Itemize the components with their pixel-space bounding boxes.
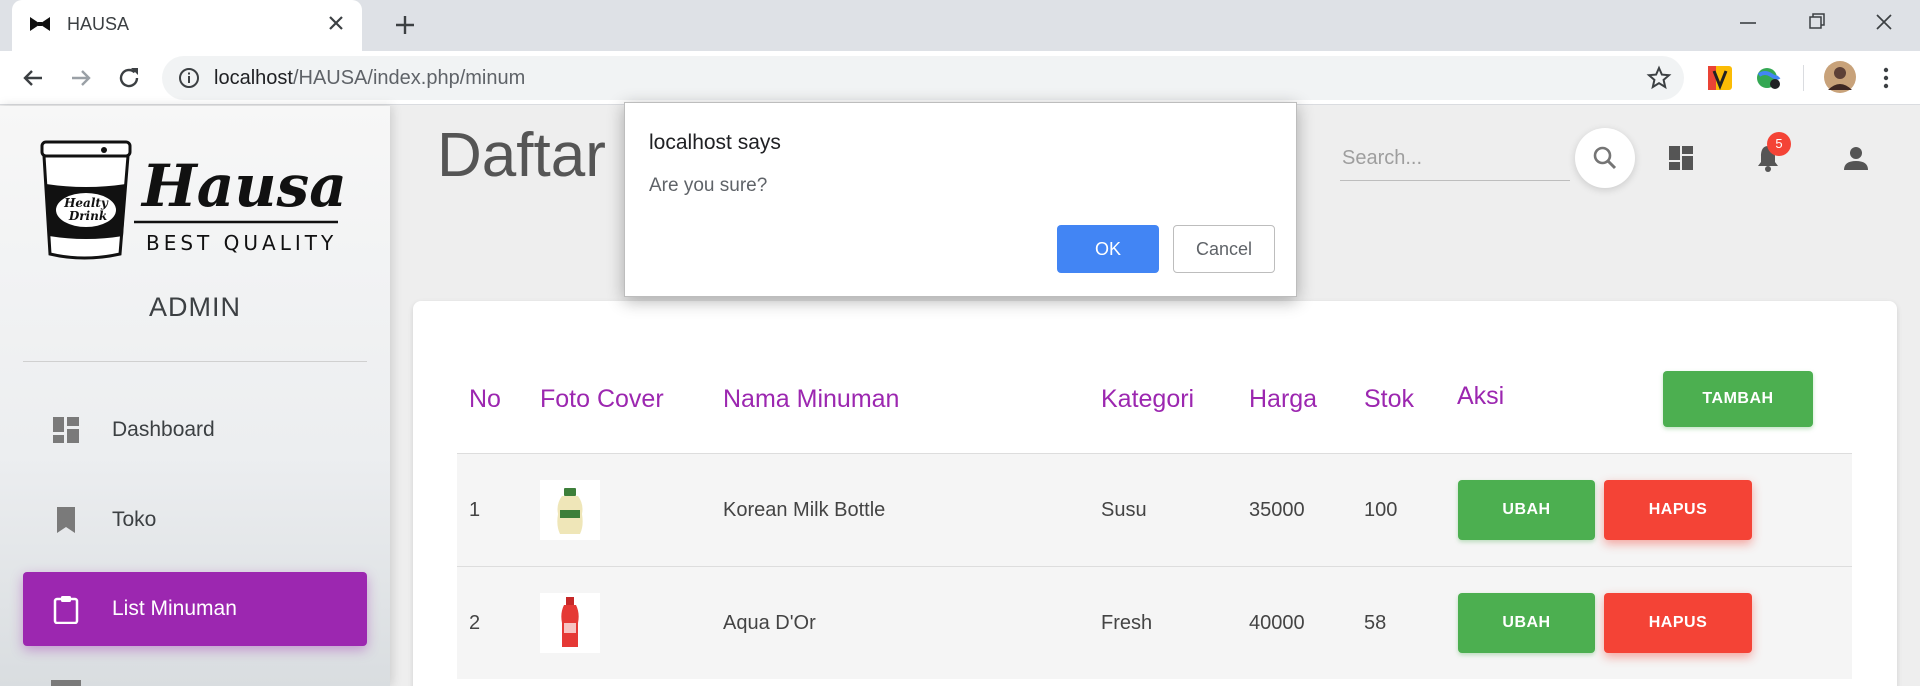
sidebar-item-label: List Minuman bbox=[112, 597, 237, 620]
column-header-aksi: Aksi bbox=[1457, 382, 1505, 410]
row-number: 2 bbox=[469, 612, 481, 634]
dashboard-icon bbox=[53, 417, 79, 443]
back-arrow-icon[interactable] bbox=[18, 63, 48, 93]
address-bar[interactable]: localhost/HAUSA/index.php/minum bbox=[162, 56, 1684, 100]
column-header-no: No bbox=[469, 385, 501, 413]
forward-arrow-icon[interactable] bbox=[66, 63, 96, 93]
browser-toolbar: localhost/HAUSA/index.php/minum bbox=[0, 51, 1920, 105]
logo-tagline: BEST QUALITY bbox=[146, 231, 337, 255]
sidebar-next-item-icon bbox=[51, 680, 81, 686]
logo-wordmark: Hausa bbox=[140, 152, 344, 220]
drink-category: Fresh bbox=[1101, 612, 1153, 634]
dialog-title: localhost says bbox=[649, 131, 781, 154]
dashboard-header-icon[interactable] bbox=[1666, 143, 1696, 173]
extension-v-icon[interactable] bbox=[1705, 63, 1735, 93]
table-row: 2 Aqua D'Or Fresh 40000 58 UBAH HAPUS bbox=[457, 566, 1852, 679]
info-icon[interactable] bbox=[177, 66, 201, 90]
edit-button[interactable]: UBAH bbox=[1458, 593, 1595, 653]
url-host: localhost bbox=[214, 67, 293, 89]
aqua-dor-image bbox=[540, 593, 600, 653]
column-header-nama-minuman: Nama Minuman bbox=[723, 385, 900, 413]
close-tab-icon[interactable] bbox=[324, 11, 348, 35]
reload-icon[interactable] bbox=[114, 63, 144, 93]
column-header-foto-cover: Foto Cover bbox=[540, 385, 664, 413]
drink-name: Korean Milk Bottle bbox=[723, 499, 886, 521]
clipboard-icon bbox=[53, 596, 79, 624]
column-header-stok: Stok bbox=[1364, 385, 1415, 413]
add-drink-button[interactable]: TAMBAH bbox=[1663, 371, 1813, 427]
sidebar-item-label: Toko bbox=[112, 508, 157, 531]
sidebar-item-list-minuman[interactable]: List Minuman bbox=[23, 572, 367, 646]
bookmark-star-icon[interactable] bbox=[1646, 65, 1672, 91]
notification-badge: 5 bbox=[1767, 132, 1791, 156]
restore-icon[interactable] bbox=[1798, 8, 1834, 36]
browser-tab-strip: HAUSA bbox=[0, 0, 1920, 51]
minimize-icon[interactable] bbox=[1730, 8, 1766, 36]
drink-price: 35000 bbox=[1249, 499, 1305, 521]
drink-price: 40000 bbox=[1249, 612, 1305, 634]
column-header-harga: Harga bbox=[1249, 385, 1318, 413]
sidebar-divider bbox=[23, 361, 367, 362]
drink-category: Susu bbox=[1101, 499, 1147, 521]
toolbar-divider bbox=[1803, 65, 1804, 91]
url-path: /HAUSA/index.php/minum bbox=[292, 67, 526, 89]
logo-badge-line-2: Drink bbox=[68, 209, 107, 223]
search-icon bbox=[1593, 146, 1617, 170]
drink-name: Aqua D'Or bbox=[723, 612, 816, 634]
sidebar: Healty Drink Hausa BEST QUALITY ADMIN Da… bbox=[0, 106, 390, 686]
close-window-icon[interactable] bbox=[1866, 8, 1902, 36]
extension-globe-icon[interactable] bbox=[1753, 63, 1783, 93]
sidebar-item-dashboard[interactable]: Dashboard bbox=[23, 393, 367, 467]
profile-avatar-icon[interactable] bbox=[1823, 60, 1857, 94]
tab-title: HAUSA bbox=[67, 14, 130, 34]
browser-tab[interactable]: HAUSA bbox=[12, 0, 362, 51]
row-number: 1 bbox=[469, 499, 481, 521]
new-tab-icon[interactable] bbox=[392, 12, 418, 38]
delete-button[interactable]: HAPUS bbox=[1604, 480, 1752, 540]
browser-menu-icon[interactable] bbox=[1871, 63, 1901, 93]
dialog-message: Are you sure? bbox=[649, 175, 768, 196]
cancel-button[interactable]: Cancel bbox=[1173, 225, 1275, 273]
logo-badge-line-1: Healty bbox=[63, 196, 109, 210]
drink-stock: 100 bbox=[1364, 499, 1398, 521]
ok-button[interactable]: OK bbox=[1057, 225, 1159, 273]
user-account-icon[interactable] bbox=[1841, 143, 1871, 173]
edit-button[interactable]: UBAH bbox=[1458, 480, 1595, 540]
column-header-kategori: Kategori bbox=[1101, 385, 1195, 413]
url-text: localhost/HAUSA/index.php/minum bbox=[214, 67, 525, 90]
korean-milk-bottle-image bbox=[540, 480, 600, 540]
hausa-logo: Healty Drink Hausa BEST QUALITY bbox=[40, 140, 344, 260]
sidebar-item-label: Dashboard bbox=[112, 418, 215, 441]
confirm-dialog: localhost says Are you sure? OK Cancel bbox=[624, 102, 1297, 297]
role-label: ADMIN bbox=[149, 292, 241, 322]
bowtie-favicon-icon bbox=[30, 17, 50, 31]
sidebar-item-toko[interactable]: Toko bbox=[23, 483, 367, 557]
bookmark-icon bbox=[57, 507, 75, 533]
delete-button[interactable]: HAPUS bbox=[1604, 593, 1752, 653]
search-input[interactable] bbox=[1340, 137, 1570, 181]
drink-stock: 58 bbox=[1364, 612, 1387, 634]
table-row: 1 Korean Milk Bottle Susu 35000 100 UBAH… bbox=[457, 453, 1852, 566]
search-button[interactable] bbox=[1575, 128, 1635, 188]
